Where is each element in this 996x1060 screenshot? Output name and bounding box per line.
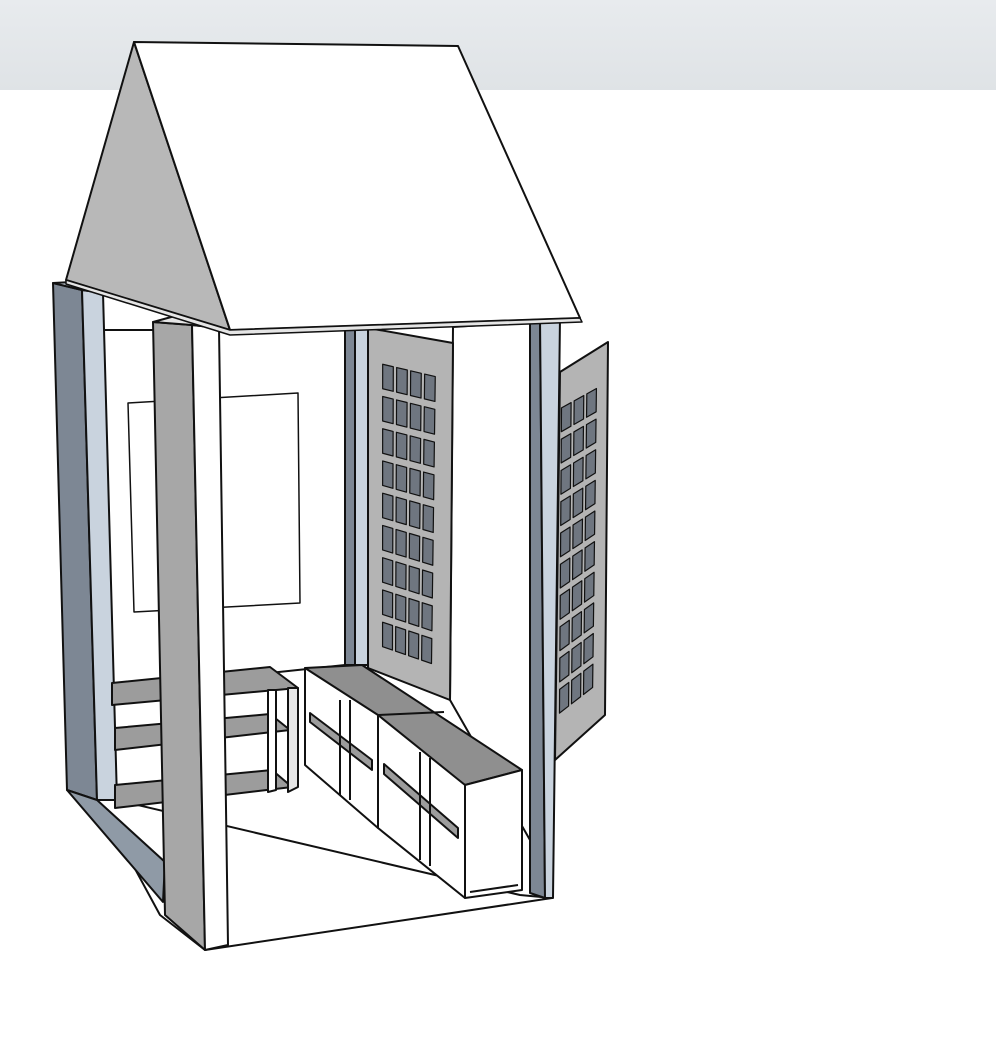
door-window-pane: [423, 438, 436, 468]
door-window-pane: [422, 471, 435, 501]
door-window-pane: [408, 532, 421, 562]
door-window-pane: [422, 504, 435, 534]
door-window-pane: [409, 402, 422, 432]
door-window-pane: [395, 431, 408, 461]
door-window-pane: [382, 460, 394, 489]
door-window-pane: [409, 435, 422, 464]
door-window-pane: [409, 467, 421, 497]
viewport-3d-model[interactable]: [0, 0, 996, 1060]
door-window-pane: [421, 569, 434, 599]
door-window-pane: [382, 492, 394, 522]
door-window-pane: [395, 366, 408, 396]
door-window-pane: [408, 565, 420, 595]
door-window-pane: [423, 406, 436, 435]
side-window-pane: [572, 456, 584, 488]
door-window-pane: [422, 536, 434, 566]
door-window-pane: [381, 589, 394, 619]
door-window-pane: [381, 557, 394, 586]
door-window-pane: [395, 561, 407, 591]
door-window-pane: [395, 593, 407, 623]
door-window-pane: [421, 634, 433, 665]
door-window-pane: [408, 500, 421, 530]
door-window-pane: [409, 370, 422, 399]
door-window-pane: [394, 625, 407, 656]
side-window-pane: [560, 464, 572, 495]
door-window-pane: [381, 621, 394, 651]
door-window-pane: [395, 496, 408, 526]
door-window-pane: [382, 428, 394, 457]
door-window-pane: [395, 399, 408, 428]
side-window-pane: [585, 418, 597, 449]
side-window-pane: [585, 387, 598, 418]
door-window-pane: [382, 363, 394, 392]
door-window-pane: [408, 597, 420, 628]
door-window-pane: [395, 464, 408, 493]
door-window-pane: [395, 528, 407, 558]
door-window-pane: [407, 630, 420, 660]
side-window-pane: [560, 401, 572, 433]
side-window-pane: [573, 425, 585, 457]
door-window-pane: [382, 524, 394, 554]
door-window-pane: [423, 373, 436, 403]
door-window-pane: [382, 395, 394, 425]
center-post-dark: [344, 327, 356, 666]
door-window-pane: [421, 602, 433, 632]
side-window-pane: [573, 394, 585, 426]
side-window-pane: [560, 433, 572, 464]
